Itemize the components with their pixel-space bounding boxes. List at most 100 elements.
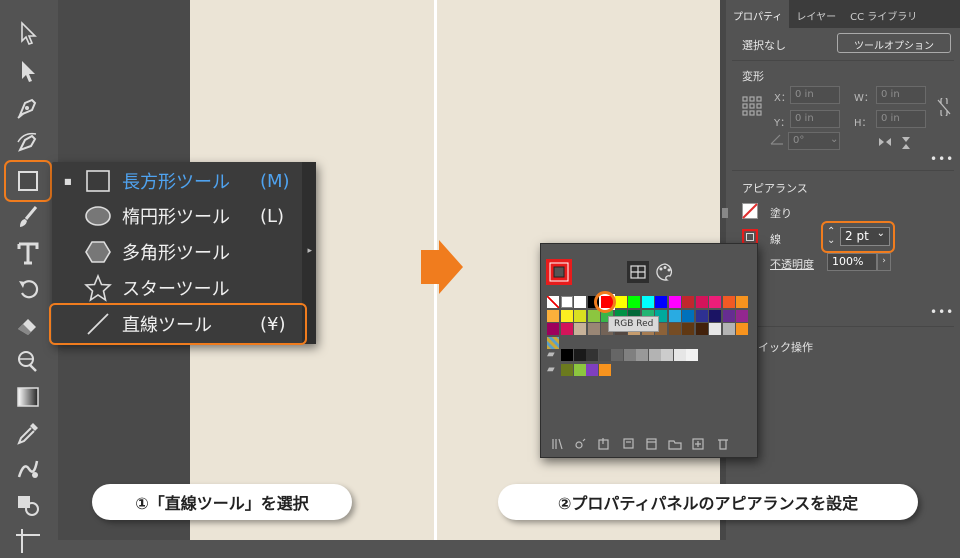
color-swatch[interactable]: [736, 323, 748, 335]
color-swatch[interactable]: [573, 349, 586, 361]
color-swatch[interactable]: [655, 296, 667, 308]
color-swatch[interactable]: [668, 309, 681, 322]
direct-selection-tool-icon[interactable]: [8, 54, 48, 88]
h-field[interactable]: 0 in: [876, 110, 926, 128]
tab-cc-libraries[interactable]: CC ライブラリ: [843, 0, 924, 28]
curvature-tool-icon[interactable]: [8, 125, 48, 159]
w-field[interactable]: 0 in: [876, 86, 926, 104]
menu-item-rectangle-tool[interactable]: ■ 長方形ツール (M): [52, 163, 302, 199]
color-swatch[interactable]: [661, 349, 673, 361]
color-swatch[interactable]: [623, 349, 636, 361]
selection-tool-icon[interactable]: [8, 16, 48, 50]
menu-item-star-tool[interactable]: スターツール: [52, 270, 302, 306]
color-swatch[interactable]: [636, 349, 648, 361]
panel-collapse-handle[interactable]: [722, 208, 728, 218]
color-swatch[interactable]: [547, 336, 559, 349]
color-swatch[interactable]: [573, 364, 586, 376]
angle-dropdown-icon[interactable]: ⌄: [830, 134, 838, 145]
color-swatch[interactable]: [574, 309, 586, 322]
menu-item-polygon-tool[interactable]: 多角形ツール: [52, 234, 302, 270]
color-swatch[interactable]: [695, 323, 708, 335]
gradient-tool-icon[interactable]: [8, 380, 48, 414]
flip-vertical-icon[interactable]: [900, 136, 912, 150]
opacity-label[interactable]: 不透明度: [770, 256, 814, 272]
color-swatch[interactable]: [722, 296, 735, 308]
color-swatch[interactable]: [560, 296, 573, 308]
color-palette-icon[interactable]: [654, 262, 676, 282]
color-swatch[interactable]: [682, 296, 694, 308]
tab-properties[interactable]: プロパティ: [726, 0, 790, 28]
color-swatch[interactable]: [586, 364, 598, 376]
stroke-width-field[interactable]: 2 pt ⌄: [840, 227, 890, 246]
flyout-expand-icon[interactable]: ▸: [307, 246, 312, 256]
eyedropper-tool-icon[interactable]: [8, 416, 48, 450]
color-swatch[interactable]: [709, 296, 721, 308]
color-swatch[interactable]: [668, 296, 681, 308]
color-swatch[interactable]: [695, 309, 708, 322]
swatch-view-icon[interactable]: [627, 261, 649, 283]
color-swatch[interactable]: [587, 323, 600, 335]
more-options-icon[interactable]: •••: [930, 305, 954, 319]
tab-layers[interactable]: レイヤー: [789, 0, 843, 28]
stroke-stepper-icon[interactable]: ⌃ ⌄: [827, 227, 835, 246]
color-swatch[interactable]: [574, 296, 586, 308]
reference-point-icon[interactable]: [742, 96, 762, 116]
color-swatch[interactable]: [668, 323, 681, 335]
color-swatch[interactable]: [574, 323, 586, 335]
color-swatch[interactable]: [587, 309, 600, 322]
color-swatch[interactable]: [611, 349, 623, 361]
swatch-footer-icons[interactable]: [541, 436, 759, 452]
color-swatch[interactable]: [722, 309, 735, 322]
constrain-proportions-icon[interactable]: [936, 98, 952, 116]
artboard-tool-icon[interactable]: [8, 524, 48, 558]
color-swatch[interactable]: [682, 309, 694, 322]
paintbrush-tool-icon[interactable]: [8, 200, 48, 234]
fill-none-icon[interactable]: [742, 203, 758, 219]
color-swatch[interactable]: [673, 349, 686, 361]
color-swatch[interactable]: [641, 296, 654, 308]
color-swatch[interactable]: [598, 349, 611, 361]
color-swatch[interactable]: [628, 296, 640, 308]
color-swatch[interactable]: [547, 309, 559, 322]
color-swatch[interactable]: [736, 296, 748, 308]
pen-tool-icon[interactable]: [8, 90, 48, 124]
color-swatch[interactable]: [560, 309, 573, 322]
rotate-tool-icon[interactable]: [8, 272, 48, 306]
folder-icon[interactable]: ▰: [547, 349, 559, 361]
color-swatch[interactable]: [561, 349, 573, 361]
color-swatch[interactable]: [695, 296, 708, 308]
type-tool-icon[interactable]: [8, 236, 48, 270]
color-swatch[interactable]: [648, 349, 661, 361]
rectangle-tool-icon[interactable]: [8, 164, 48, 198]
shape-tools-flyout: ▸ ■ 長方形ツール (M) 楕円形ツール (L) 多角形ツール スターツール …: [49, 162, 316, 345]
color-swatch[interactable]: [722, 323, 735, 335]
color-swatch[interactable]: [586, 349, 598, 361]
color-swatch[interactable]: [560, 323, 573, 335]
width-tool-icon[interactable]: [8, 344, 48, 378]
color-swatch[interactable]: [598, 364, 611, 376]
opacity-field[interactable]: 100%: [827, 253, 877, 271]
menu-item-ellipse-tool[interactable]: 楕円形ツール (L): [52, 198, 302, 234]
rectangle-tool-icon: [86, 170, 110, 192]
tool-options-button[interactable]: ツールオプション: [837, 33, 951, 53]
color-swatch[interactable]: [561, 364, 573, 376]
menu-item-label: スターツール: [122, 279, 230, 300]
symbol-sprayer-tool-icon[interactable]: [8, 452, 48, 486]
color-swatch[interactable]: [547, 296, 559, 308]
flip-horizontal-icon[interactable]: [878, 136, 892, 148]
color-swatch[interactable]: [686, 349, 698, 361]
color-swatch[interactable]: [709, 323, 721, 335]
color-swatch[interactable]: [614, 296, 627, 308]
color-swatch[interactable]: [709, 309, 721, 322]
color-swatch[interactable]: [682, 323, 694, 335]
opacity-dropdown-icon[interactable]: ›: [877, 253, 891, 271]
x-field[interactable]: 0 in: [790, 86, 840, 104]
color-swatch[interactable]: [547, 323, 559, 335]
eraser-tool-icon[interactable]: [8, 308, 48, 342]
shape-builder-tool-icon[interactable]: [8, 488, 48, 522]
folder-icon[interactable]: ▰: [547, 364, 559, 376]
more-options-icon[interactable]: •••: [930, 152, 954, 166]
y-field[interactable]: 0 in: [790, 110, 840, 128]
stroke-dropdown-icon[interactable]: ⌄: [877, 228, 885, 239]
color-swatch[interactable]: [736, 309, 748, 322]
